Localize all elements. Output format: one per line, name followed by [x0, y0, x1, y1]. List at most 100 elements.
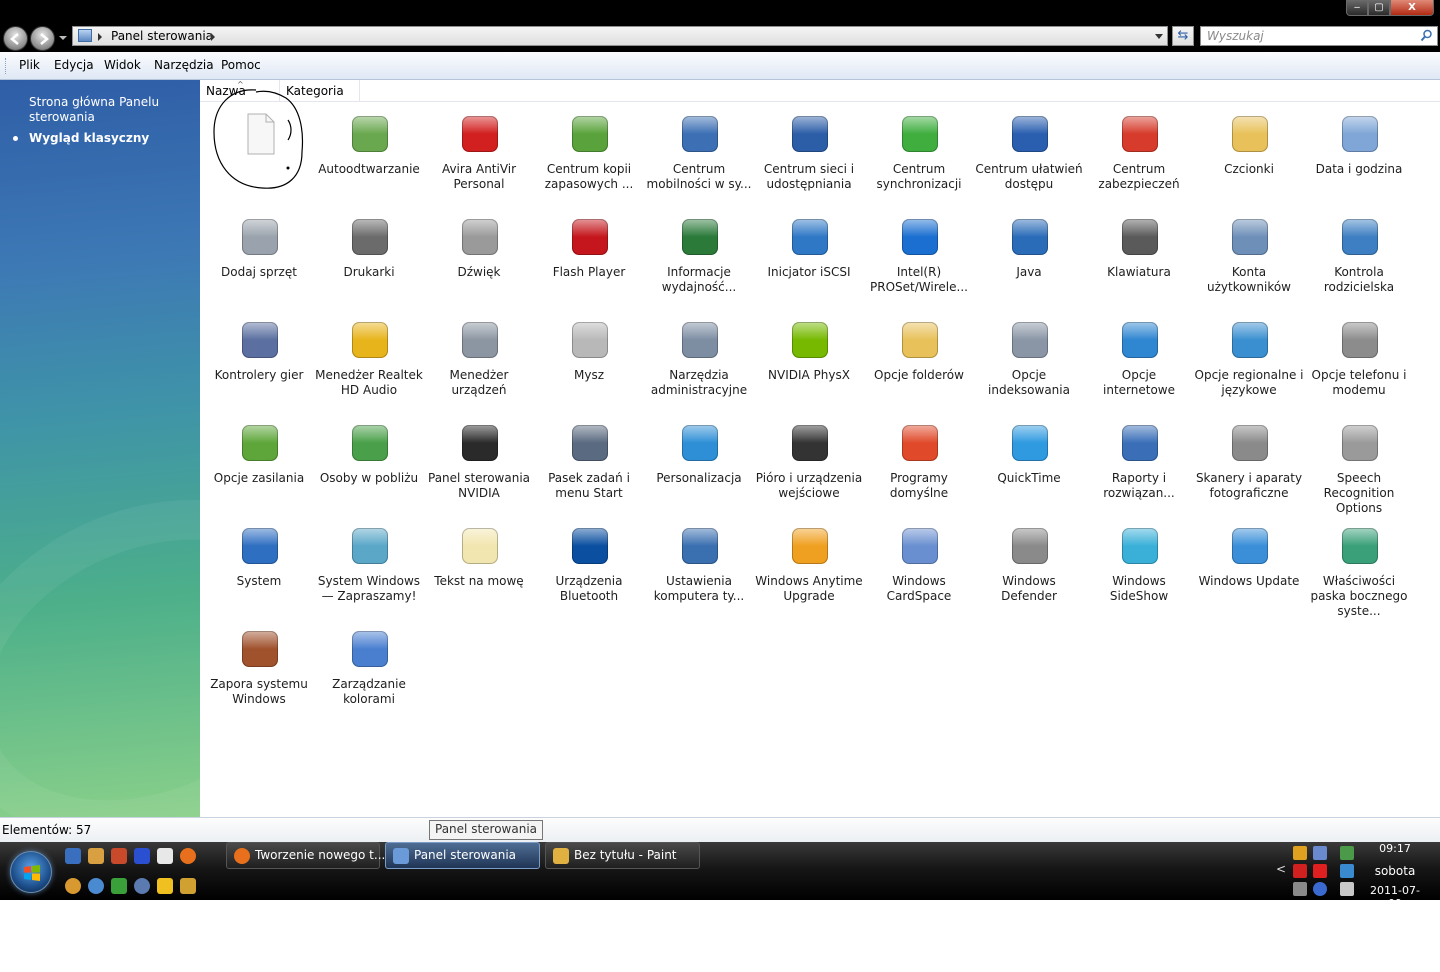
- control-panel-item[interactable]: Centrum mobilności w sy...: [644, 106, 754, 206]
- search-icon[interactable]: [1420, 29, 1433, 42]
- tray-app-icon[interactable]: [1313, 846, 1327, 860]
- control-panel-item[interactable]: Intel(R) PROSet/Wirele...: [864, 209, 974, 309]
- control-panel-item[interactable]: Centrum synchronizacji: [864, 106, 974, 206]
- search-input[interactable]: Wyszukaj: [1200, 26, 1438, 46]
- control-panel-item[interactable]: Dźwięk: [424, 209, 534, 309]
- taskbar-button-control-panel[interactable]: Panel sterowania: [385, 842, 540, 869]
- control-panel-item[interactable]: Centrum kopii zapasowych ...: [534, 106, 644, 206]
- quick-launch-app-icon[interactable]: [134, 848, 150, 864]
- quick-launch-app-icon[interactable]: [157, 878, 173, 894]
- tray-expand-icon[interactable]: <: [1276, 862, 1286, 876]
- show-desktop-icon[interactable]: [65, 848, 81, 864]
- control-panel-item[interactable]: Speech Recognition Options: [1304, 415, 1414, 515]
- control-panel-item[interactable]: Opcje folderów: [864, 312, 974, 412]
- control-panel-item[interactable]: Java: [974, 209, 1084, 309]
- control-panel-item[interactable]: Właściwości paska bocznego syste...: [1304, 518, 1414, 618]
- control-panel-item[interactable]: Drukarki: [314, 209, 424, 309]
- control-panel-item[interactable]: Windows Update: [1194, 518, 1304, 618]
- control-panel-item[interactable]: Centrum sieci i udostępniania: [754, 106, 864, 206]
- maximize-button[interactable]: ▢: [1368, 0, 1390, 16]
- control-panel-item[interactable]: Windows Defender: [974, 518, 1084, 618]
- control-panel-item[interactable]: Pióro i urządzenia wejściowe: [754, 415, 864, 515]
- control-panel-item[interactable]: Autoodtwarzanie: [314, 106, 424, 206]
- control-panel-item[interactable]: Centrum ułatwień dostępu: [974, 106, 1084, 206]
- refresh-button[interactable]: ⇆: [1172, 26, 1194, 46]
- control-panel-item[interactable]: Inicjator iSCSI: [754, 209, 864, 309]
- control-panel-item[interactable]: Klawiatura: [1084, 209, 1194, 309]
- control-panel-item[interactable]: System: [204, 518, 314, 618]
- control-panel-item[interactable]: Flash Player: [534, 209, 644, 309]
- control-panel-item[interactable]: Ustawienia komputera ty...: [644, 518, 754, 618]
- control-panel-item[interactable]: Skanery i aparaty fotograficzne: [1194, 415, 1304, 515]
- control-panel-home-link[interactable]: Strona główna Panelu sterowania: [29, 95, 189, 125]
- control-panel-item[interactable]: Opcje regionalne i językowe: [1194, 312, 1304, 412]
- volume-icon[interactable]: [1340, 882, 1354, 896]
- control-panel-item[interactable]: Centrum zabezpieczeń: [1084, 106, 1194, 206]
- quick-launch-app-icon[interactable]: [111, 848, 127, 864]
- control-panel-item[interactable]: Pasek zadań i menu Start: [534, 415, 644, 515]
- control-panel-item[interactable]: Opcje telefonu i modemu: [1304, 312, 1414, 412]
- control-panel-item[interactable]: Programy domyślne: [864, 415, 974, 515]
- control-panel-item[interactable]: Avira AntiVir Personal: [424, 106, 534, 206]
- control-panel-item[interactable]: Urządzenia Bluetooth: [534, 518, 644, 618]
- start-button[interactable]: [10, 851, 52, 893]
- control-panel-item[interactable]: Opcje zasilania: [204, 415, 314, 515]
- quick-launch-app-icon[interactable]: [180, 878, 196, 894]
- control-panel-item[interactable]: Windows CardSpace: [864, 518, 974, 618]
- control-panel-item[interactable]: Dodaj sprzęt: [204, 209, 314, 309]
- menu-view[interactable]: Widok: [104, 58, 141, 72]
- address-bar[interactable]: Panel sterowania: [72, 26, 1168, 46]
- control-panel-item[interactable]: Data i godzina: [1304, 106, 1414, 206]
- close-button[interactable]: X: [1390, 0, 1434, 16]
- taskbar-button-firefox[interactable]: Tworzenie nowego t...: [226, 842, 385, 869]
- menu-tools[interactable]: Narzędzia: [154, 58, 214, 72]
- menu-help[interactable]: Pomoc: [221, 58, 261, 72]
- quick-launch-app-icon[interactable]: [134, 878, 150, 894]
- tray-app-icon[interactable]: [1313, 882, 1327, 896]
- control-panel-item[interactable]: Informacje wydajność...: [644, 209, 754, 309]
- control-panel-item[interactable]: System Windows — Zapraszamy!: [314, 518, 424, 618]
- address-dropdown-icon[interactable]: [1155, 34, 1163, 39]
- control-panel-item[interactable]: Menedżer urządzeń: [424, 312, 534, 412]
- menu-edit[interactable]: Edycja: [54, 58, 94, 72]
- control-panel-item[interactable]: Raporty i rozwiązan...: [1084, 415, 1194, 515]
- control-panel-item[interactable]: Opcje internetowe: [1084, 312, 1194, 412]
- minimize-button[interactable]: ‒: [1346, 0, 1368, 16]
- classic-view-link[interactable]: Wygląd klasyczny: [29, 131, 149, 145]
- control-panel-item[interactable]: Zarządzanie kolorami: [314, 621, 424, 721]
- tray-app-icon[interactable]: [1293, 846, 1307, 860]
- quick-launch-app-icon[interactable]: [111, 878, 127, 894]
- tray-app-icon[interactable]: [1340, 846, 1354, 860]
- tray-app-icon[interactable]: [1293, 882, 1307, 896]
- firefox-icon[interactable]: [180, 848, 196, 864]
- control-panel-item[interactable]: [204, 106, 314, 206]
- control-panel-item[interactable]: Personalizacja: [644, 415, 754, 515]
- quick-launch-app-icon[interactable]: [157, 848, 173, 864]
- back-button[interactable]: [3, 26, 28, 51]
- quick-launch-app-icon[interactable]: [88, 848, 104, 864]
- breadcrumb-control-panel[interactable]: Panel sterowania: [111, 29, 213, 43]
- column-name[interactable]: Nazwa ^: [200, 80, 280, 102]
- forward-button[interactable]: [30, 26, 55, 51]
- control-panel-item[interactable]: Kontrolery gier: [204, 312, 314, 412]
- quick-launch-app-icon[interactable]: [88, 878, 104, 894]
- clock[interactable]: 09:17 sobota 2011-07-09: [1365, 842, 1425, 910]
- control-panel-item[interactable]: QuickTime: [974, 415, 1084, 515]
- control-panel-item[interactable]: Mysz: [534, 312, 644, 412]
- control-panel-item[interactable]: Windows SideShow: [1084, 518, 1194, 618]
- breadcrumb-arrow-icon[interactable]: [98, 33, 102, 41]
- control-panel-item[interactable]: Czcionki: [1194, 106, 1304, 206]
- control-panel-item[interactable]: Narzędzia administracyjne: [644, 312, 754, 412]
- control-panel-item[interactable]: NVIDIA PhysX: [754, 312, 864, 412]
- control-panel-item[interactable]: Opcje indeksowania: [974, 312, 1084, 412]
- network-tray-icon[interactable]: [1340, 864, 1354, 878]
- avira-tray-icon[interactable]: [1313, 864, 1327, 878]
- taskbar-button-paint[interactable]: Bez tytułu - Paint: [545, 842, 700, 869]
- menu-file[interactable]: Plik: [19, 58, 40, 72]
- control-panel-item[interactable]: Kontrola rodzicielska: [1304, 209, 1414, 309]
- quick-launch-app-icon[interactable]: [65, 878, 81, 894]
- control-panel-item[interactable]: Zapora systemu Windows: [204, 621, 314, 721]
- control-panel-item[interactable]: Panel sterowania NVIDIA: [424, 415, 534, 515]
- control-panel-item[interactable]: Windows Anytime Upgrade: [754, 518, 864, 618]
- control-panel-item[interactable]: Menedżer Realtek HD Audio: [314, 312, 424, 412]
